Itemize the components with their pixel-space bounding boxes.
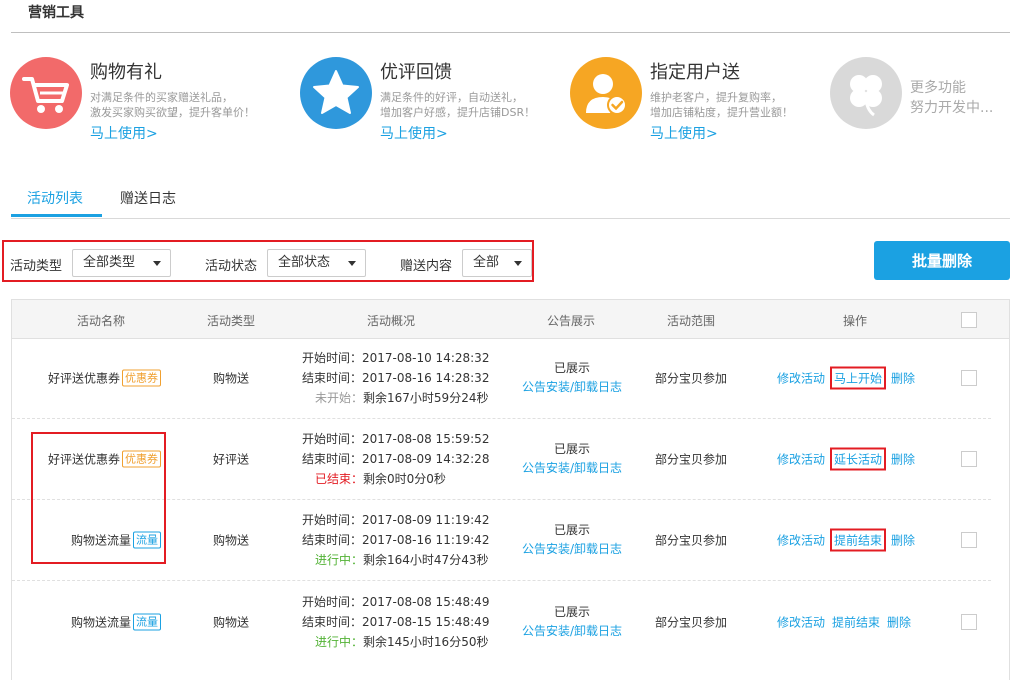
bulk-delete-button[interactable]: 批量删除 [874, 241, 1010, 280]
divider [11, 32, 1010, 33]
cart-icon[interactable] [10, 57, 82, 129]
delete-link[interactable]: 删除 [889, 531, 917, 550]
activity-type: 购物送 [212, 533, 250, 548]
active-tab-indicator [11, 214, 102, 217]
header-activity-name: 活动名称 [76, 314, 126, 328]
activity-overview: 开始时间：2017-08-08 15:48:49 结束时间：2017-08-15… [302, 595, 490, 649]
status-text: 进行中： [315, 635, 364, 649]
extend-activity-link[interactable]: 延长活动 [830, 447, 887, 471]
activity-scope: 部分宝贝参加 [654, 371, 728, 386]
header-activity-type: 活动类型 [206, 314, 256, 328]
table-row: 好评送优惠券 优惠券 购物送 开始时间：2017-08-10 14:28:32 结… [12, 338, 1009, 419]
delete-link[interactable]: 删除 [889, 450, 917, 469]
header-scope: 活动范围 [666, 314, 716, 328]
activity-type: 购物送 [212, 371, 250, 386]
tool-description: 对满足条件的买家赠送礼品， 激发买家购买欲望，提升客单价！ [90, 91, 255, 119]
row-checkbox[interactable] [961, 370, 977, 386]
caret-down-icon [153, 261, 161, 266]
tab-bar: 活动列表 赠送日志 [11, 180, 1010, 219]
clover-icon [830, 57, 902, 129]
select-all-checkbox[interactable] [961, 312, 977, 328]
row-actions: 修改活动 提前结束 删除 [775, 613, 913, 632]
notice-display: 已展示 公告安装/卸载日志 [522, 521, 622, 559]
activity-status-label: 活动状态 [205, 259, 258, 274]
activity-overview: 开始时间：2017-08-09 11:19:42 结束时间：2017-08-16… [302, 513, 490, 567]
row-checkbox[interactable] [961, 451, 977, 467]
activity-status-select[interactable]: 全部状态 [267, 249, 366, 277]
status-text: 进行中： [315, 553, 364, 567]
tool-name: 指定用户送 [650, 62, 740, 83]
header-activity-overview: 活动概况 [366, 314, 416, 328]
tab-activity-list[interactable]: 活动列表 [27, 188, 83, 208]
gift-content-select[interactable]: 全部 [462, 249, 532, 277]
activity-overview: 开始时间：2017-08-08 15:59:52 结束时间：2017-08-09… [302, 432, 490, 486]
delete-link[interactable]: 删除 [889, 369, 917, 388]
end-early-link[interactable]: 提前结束 [830, 528, 887, 552]
activity-type: 好评送 [212, 452, 250, 467]
status-text: 已结束： [315, 472, 364, 486]
table-row: 购物送流量 流量 购物送 开始时间：2017-08-08 15:48:49 结束时… [12, 582, 1009, 663]
tool-cards: 购物有礼 对满足条件的买家赠送礼品， 激发买家购买欲望，提升客单价！ 马上使用> … [10, 55, 1010, 142]
end-early-link[interactable]: 提前结束 [830, 613, 882, 632]
activity-name: 购物送流量 流量 [71, 613, 161, 631]
use-now-link[interactable]: 马上使用> [650, 123, 718, 143]
tool-description: 满足条件的好评，自动送礼， 增加客户好感，提升店铺DSR！ [380, 91, 536, 119]
row-actions: 修改活动 马上开始 删除 [775, 366, 917, 390]
notice-log-link[interactable]: 公告安装/卸载日志 [522, 459, 622, 478]
activity-type: 购物送 [212, 615, 250, 630]
header-notice: 公告展示 [546, 314, 596, 328]
gift-content-label: 赠送内容 [400, 259, 453, 274]
row-actions: 修改活动 提前结束 删除 [775, 528, 917, 552]
notice-display: 已展示 公告安装/卸载日志 [522, 440, 622, 478]
traffic-tag: 流量 [133, 613, 161, 631]
edit-activity-link[interactable]: 修改活动 [775, 613, 827, 632]
edit-activity-link[interactable]: 修改活动 [775, 369, 827, 388]
notice-display: 已展示 公告安装/卸载日志 [522, 359, 622, 397]
tool-card-gift: 购物有礼 对满足条件的买家赠送礼品， 激发买家购买欲望，提升客单价！ 马上使用> [10, 55, 300, 142]
edit-activity-link[interactable]: 修改活动 [775, 450, 827, 469]
activity-scope: 部分宝贝参加 [654, 533, 728, 548]
activity-type-select[interactable]: 全部类型 [72, 249, 171, 277]
tool-card-review: 优评回馈 满足条件的好评，自动送礼， 增加客户好感，提升店铺DSR！ 马上使用> [300, 55, 570, 142]
caret-down-icon [348, 261, 356, 266]
tool-name: 优评回馈 [380, 62, 452, 83]
tab-gift-log[interactable]: 赠送日志 [120, 188, 176, 208]
delete-link[interactable]: 删除 [885, 613, 913, 632]
header-actions: 操作 [842, 314, 868, 328]
star-icon[interactable] [300, 57, 372, 129]
tool-card-user: 指定用户送 维护老客户，提升复购率， 增加店铺粘度，提升营业额！ 马上使用> [570, 55, 830, 142]
more-features-text: 更多功能 努力开发中... [910, 80, 994, 116]
table-header: 活动名称 活动类型 活动概况 公告展示 活动范围 操作 [12, 300, 1009, 339]
notice-display: 已展示 公告安装/卸载日志 [522, 603, 622, 641]
use-now-link[interactable]: 马上使用> [90, 123, 158, 143]
activity-overview: 开始时间：2017-08-10 14:28:32 结束时间：2017-08-16… [302, 351, 490, 405]
edit-activity-link[interactable]: 修改活动 [775, 531, 827, 550]
tool-name: 购物有礼 [90, 62, 162, 83]
notice-log-link[interactable]: 公告安装/卸载日志 [522, 622, 622, 641]
activity-name: 好评送优惠券 优惠券 [48, 369, 161, 387]
use-now-link[interactable]: 马上使用> [380, 123, 448, 143]
row-checkbox[interactable] [961, 532, 977, 548]
activity-type-label: 活动类型 [10, 259, 63, 274]
tool-card-more: 更多功能 努力开发中... [830, 55, 1010, 135]
activity-scope: 部分宝贝参加 [654, 452, 728, 467]
caret-down-icon [514, 261, 522, 266]
section-title: 营销工具 [28, 5, 84, 21]
user-check-icon[interactable] [570, 57, 642, 129]
row-divider [12, 580, 991, 581]
status-text: 未开始： [315, 391, 364, 405]
tool-description: 维护老客户，提升复购率， 增加店铺粘度，提升营业额！ [650, 91, 793, 119]
activity-scope: 部分宝贝参加 [654, 615, 728, 630]
row-checkbox[interactable] [961, 614, 977, 630]
start-now-link[interactable]: 马上开始 [830, 366, 887, 390]
filter-bar: 活动类型 全部类型 活动状态 全部状态 赠送内容 全部 [2, 240, 534, 282]
notice-log-link[interactable]: 公告安装/卸载日志 [522, 378, 622, 397]
row-actions: 修改活动 延长活动 删除 [775, 447, 917, 471]
coupon-tag: 优惠券 [122, 369, 161, 387]
highlight-box [31, 432, 166, 564]
notice-log-link[interactable]: 公告安装/卸载日志 [522, 540, 622, 559]
